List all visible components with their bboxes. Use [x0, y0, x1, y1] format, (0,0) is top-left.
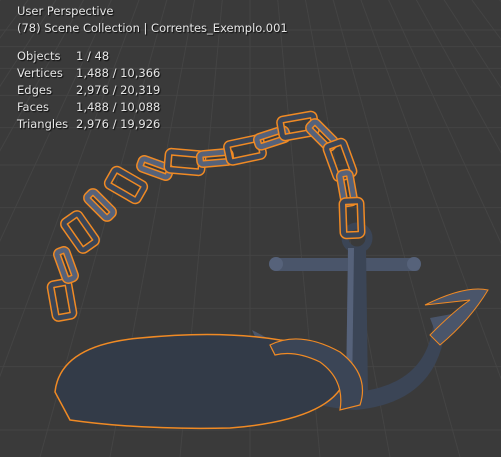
- chain-link: [53, 246, 79, 284]
- stat-edges-label: Edges: [17, 83, 52, 97]
- anchor-stock-knob-left: [269, 257, 283, 271]
- chain-link: [46, 278, 78, 322]
- chain-link: [83, 188, 117, 222]
- stat-faces-label: Faces: [17, 100, 49, 114]
- stat-edges-value: 2,976 / 20,319: [76, 83, 161, 97]
- stat-vertices-value: 1,488 / 10,366: [76, 66, 161, 80]
- chain-link: [103, 165, 149, 205]
- 3d-viewport[interactable]: User Perspective (78) Scene Collection |…: [0, 0, 501, 457]
- scene-collection-label: (78) Scene Collection | Correntes_Exempl…: [17, 21, 288, 35]
- anchor-stock-knob-right: [407, 257, 421, 271]
- stat-vertices-label: Vertices: [17, 66, 63, 80]
- stat-objects-label: Objects: [17, 49, 61, 63]
- stat-objects-value: 1 / 48: [76, 49, 110, 63]
- chain-arc[interactable]: [46, 110, 366, 322]
- anchor-stock: [272, 258, 420, 271]
- stat-triangles-label: Triangles: [17, 117, 69, 131]
- chain-link: [60, 210, 100, 254]
- stat-faces-value: 1,488 / 10,088: [76, 100, 161, 114]
- stat-triangles-value: 2,976 / 19,926: [76, 117, 161, 131]
- chain-segment-tail: [424, 288, 489, 346]
- view-mode-label: User Perspective: [17, 4, 114, 18]
